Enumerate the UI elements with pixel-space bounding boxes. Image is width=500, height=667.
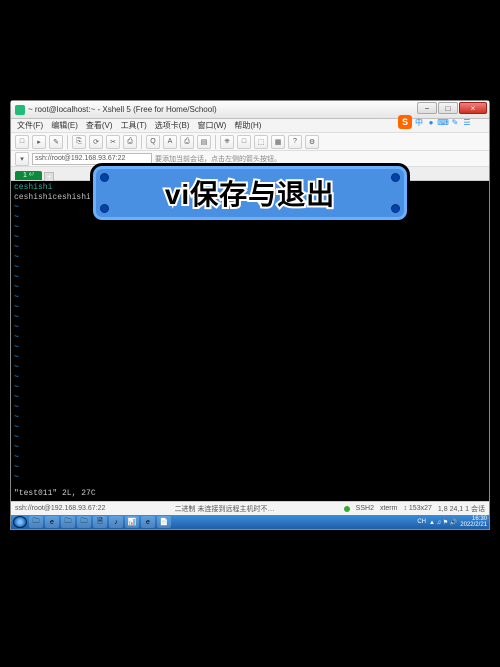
ime-pen-icon[interactable]: ✎ bbox=[450, 117, 460, 127]
close-button[interactable]: × bbox=[459, 102, 487, 114]
vi-empty-line: ~ bbox=[14, 463, 486, 473]
vi-empty-line: ~ bbox=[14, 423, 486, 433]
toolbar: □▸✎⎘⟳✂⎙QA⎙▤⎈□⬚▦?⚙ bbox=[11, 133, 489, 151]
taskbar-app-icon[interactable]: e bbox=[45, 516, 59, 528]
menu-window[interactable]: 窗口(W) bbox=[197, 120, 226, 131]
toolbar-button[interactable]: ⎙ bbox=[180, 135, 194, 149]
taskbar-app-icon[interactable]: e bbox=[141, 516, 155, 528]
overlay-text: vi保存与退出 bbox=[165, 173, 335, 213]
vi-empty-line: ~ bbox=[14, 363, 486, 373]
toolbar-button[interactable]: ✂ bbox=[106, 135, 120, 149]
vi-empty-line: ~ bbox=[14, 233, 486, 243]
taskbar-app-icon[interactable]: 🗀 bbox=[77, 516, 91, 528]
toolbar-button[interactable]: ▦ bbox=[271, 135, 285, 149]
toolbar-button[interactable]: ⚙ bbox=[305, 135, 319, 149]
menu-help[interactable]: 帮助(H) bbox=[234, 120, 261, 131]
toolbar-button[interactable]: □ bbox=[15, 135, 29, 149]
minimize-button[interactable]: − bbox=[417, 102, 437, 114]
menu-edit[interactable]: 编辑(E) bbox=[51, 120, 78, 131]
vi-empty-line: ~ bbox=[14, 273, 486, 283]
vi-empty-line: ~ bbox=[14, 283, 486, 293]
status-term: xterm bbox=[380, 505, 398, 512]
taskbar-app-icon[interactable]: ♪ bbox=[109, 516, 123, 528]
toolbar-button[interactable]: ▸ bbox=[32, 135, 46, 149]
vi-empty-line: ~ bbox=[14, 303, 486, 313]
vi-empty-line: ~ bbox=[14, 413, 486, 423]
vi-status-line: "test011" 2L, 27C bbox=[14, 489, 96, 499]
address-hint: 要添加当前会话，点击左侧的箭头按钮。 bbox=[155, 154, 281, 164]
vi-empty-line: ~ bbox=[14, 393, 486, 403]
status-size: ↕ 153x27 bbox=[403, 505, 431, 512]
ime-keyboard-icon[interactable]: ⌨ bbox=[438, 117, 448, 127]
toolbar-button[interactable]: ⎘ bbox=[72, 135, 86, 149]
status-protocol: SSH2 bbox=[356, 505, 374, 512]
vi-empty-line: ~ bbox=[14, 473, 486, 483]
maximize-button[interactable]: □ bbox=[438, 102, 458, 114]
toolbar-button[interactable]: ⟳ bbox=[89, 135, 103, 149]
taskbar-app-icon[interactable]: 🗎 bbox=[93, 516, 107, 528]
toolbar-button[interactable]: ⬚ bbox=[254, 135, 268, 149]
vi-empty-line: ~ bbox=[14, 383, 486, 393]
vi-empty-line: ~ bbox=[14, 313, 486, 323]
terminal[interactable]: ceshishi ceshishiceshishi ~~~~~~~~~~~~~~… bbox=[11, 181, 489, 501]
vi-empty-line: ~ bbox=[14, 323, 486, 333]
toolbar-button[interactable]: ⎈ bbox=[220, 135, 234, 149]
status-enc: 1,8 24,1 1 会话 bbox=[438, 504, 485, 514]
start-button[interactable] bbox=[13, 516, 27, 528]
ime-toolbar[interactable]: S 中 ● ⌨ ✎ ☰ bbox=[398, 115, 472, 129]
tray-lang[interactable]: CH bbox=[417, 519, 426, 525]
status-connection: ssh://root@192.168.93.67:22 bbox=[15, 505, 105, 512]
toolbar-button[interactable]: ▤ bbox=[197, 135, 211, 149]
window-title: ~ root@localhost:~ - Xshell 5 (Free for … bbox=[28, 105, 217, 114]
vi-empty-line: ~ bbox=[14, 293, 486, 303]
toolbar-button[interactable]: ⎙ bbox=[123, 135, 137, 149]
screw-icon bbox=[391, 173, 400, 182]
screw-icon bbox=[391, 204, 400, 213]
status-hint: 二进制 未连接到远程主机时不… bbox=[175, 504, 275, 514]
app-icon bbox=[15, 105, 25, 115]
taskbar-app-icon[interactable]: 🗀 bbox=[29, 516, 43, 528]
menu-file[interactable]: 文件(F) bbox=[17, 120, 43, 131]
vi-empty-line: ~ bbox=[14, 343, 486, 353]
vi-empty-line: ~ bbox=[14, 263, 486, 273]
taskbar-app-icon[interactable]: 📊 bbox=[125, 516, 139, 528]
ime-menu-icon[interactable]: ☰ bbox=[462, 117, 472, 127]
menu-tab[interactable]: 选项卡(B) bbox=[155, 120, 190, 131]
vi-empty-line: ~ bbox=[14, 243, 486, 253]
sogou-icon[interactable]: S bbox=[398, 115, 412, 129]
title-overlay-banner: vi保存与退出 bbox=[90, 163, 410, 223]
vi-empty-line: ~ bbox=[14, 373, 486, 383]
screw-icon bbox=[100, 173, 109, 182]
vi-empty-line: ~ bbox=[14, 333, 486, 343]
vi-empty-line: ~ bbox=[14, 253, 486, 263]
vi-empty-line: ~ bbox=[14, 453, 486, 463]
toolbar-button[interactable]: A bbox=[163, 135, 177, 149]
toolbar-button[interactable]: ✎ bbox=[49, 135, 63, 149]
taskbar-app-icon[interactable]: 🗀 bbox=[61, 516, 75, 528]
tab-label: 1 ⁶⁷ bbox=[23, 172, 34, 179]
system-tray[interactable]: CH ▲ ♫ ⚑ 🔊 16:30 2022/2/21 bbox=[417, 516, 487, 528]
menu-view[interactable]: 查看(V) bbox=[86, 120, 113, 131]
tray-date: 2022/2/21 bbox=[460, 522, 487, 528]
toolbar-button[interactable]: □ bbox=[237, 135, 251, 149]
toolbar-button[interactable]: ? bbox=[288, 135, 302, 149]
screw-icon bbox=[100, 204, 109, 213]
tab-session-1[interactable]: 1 ⁶⁷ + bbox=[15, 171, 42, 180]
vi-empty-line: ~ bbox=[14, 403, 486, 413]
menu-tools[interactable]: 工具(T) bbox=[121, 120, 147, 131]
vi-empty-line: ~ bbox=[14, 433, 486, 443]
dropdown-icon[interactable]: ▾ bbox=[15, 152, 29, 166]
taskbar-app-icon[interactable]: 📄 bbox=[157, 516, 171, 528]
vi-empty-line: ~ bbox=[14, 443, 486, 453]
status-dot-icon bbox=[344, 506, 350, 512]
ime-lang-icon[interactable]: 中 bbox=[414, 117, 424, 127]
vi-empty-line: ~ bbox=[14, 223, 486, 233]
windows-taskbar[interactable]: 🗀e🗀🗀🗎♪📊e📄 CH ▲ ♫ ⚑ 🔊 16:30 2022/2/21 bbox=[11, 515, 489, 529]
ime-punct-icon[interactable]: ● bbox=[426, 117, 436, 127]
vi-empty-line: ~ bbox=[14, 353, 486, 363]
statusbar: ssh://root@192.168.93.67:22 二进制 未连接到远程主机… bbox=[11, 501, 489, 515]
toolbar-button[interactable]: Q bbox=[146, 135, 160, 149]
